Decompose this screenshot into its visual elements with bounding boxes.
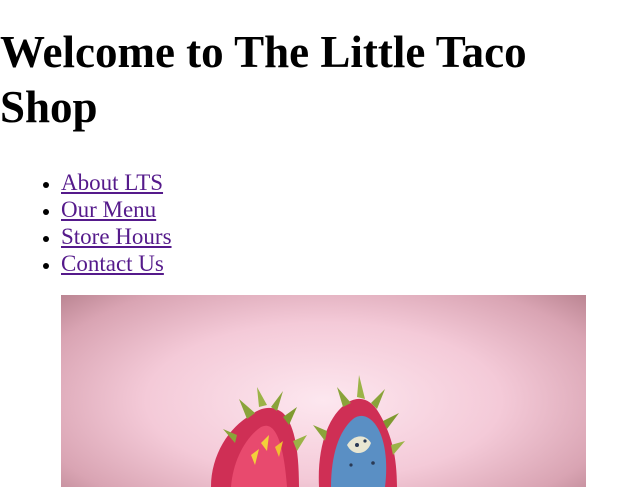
nav-item-menu: Our Menu — [61, 196, 622, 223]
nav-link-about[interactable]: About LTS — [61, 170, 163, 195]
nav-item-hours: Store Hours — [61, 223, 622, 250]
dragon-fruit-left — [211, 387, 307, 487]
dragon-fruit-illustration — [211, 375, 405, 487]
nav-link-hours[interactable]: Store Hours — [61, 224, 172, 249]
nav-link-contact[interactable]: Contact Us — [61, 251, 164, 276]
page-title: Welcome to The Little Taco Shop — [0, 27, 527, 132]
nav-item-about: About LTS — [61, 169, 622, 196]
main-nav: About LTS Our Menu Store Hours Contact U… — [0, 169, 622, 277]
hero-image — [61, 295, 586, 487]
nav-item-contact: Contact Us — [61, 250, 622, 277]
nav-link-menu[interactable]: Our Menu — [61, 197, 156, 222]
dragon-fruit-right — [313, 375, 405, 487]
